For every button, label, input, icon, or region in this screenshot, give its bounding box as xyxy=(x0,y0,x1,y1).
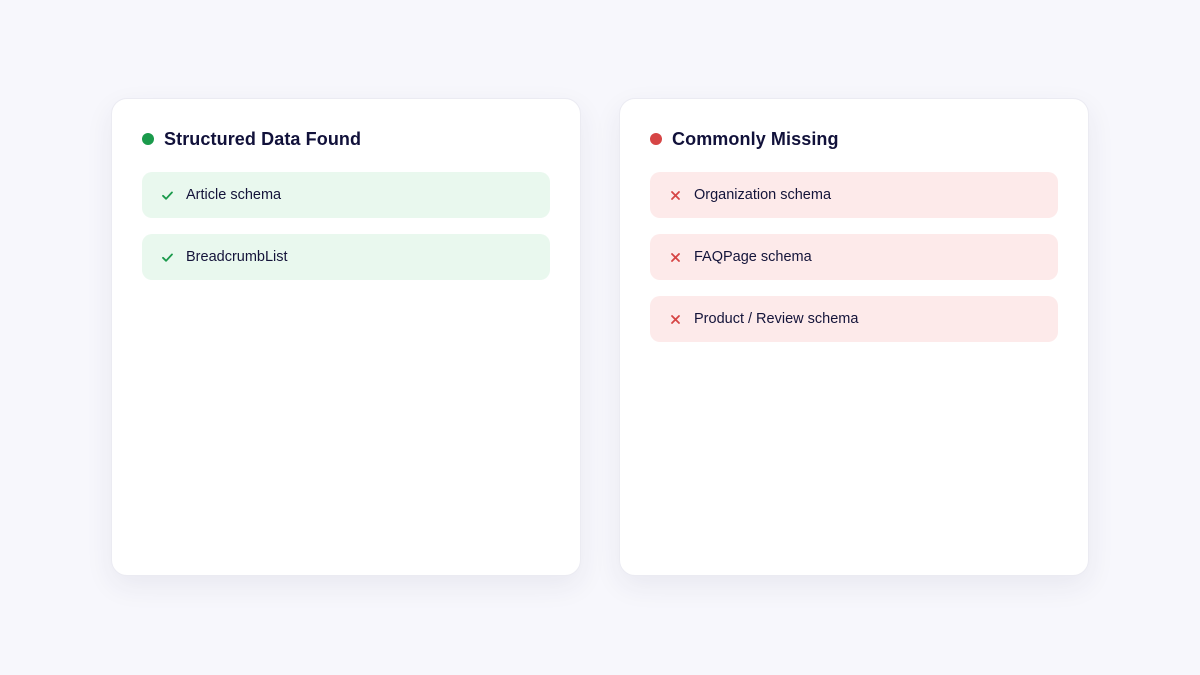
item-label: FAQPage schema xyxy=(694,249,812,265)
cross-icon xyxy=(668,312,682,326)
status-dot-red-icon xyxy=(650,133,662,145)
card-title: Structured Data Found xyxy=(164,128,362,149)
card-header: Structured Data Found xyxy=(142,127,550,151)
card-header: Commonly Missing xyxy=(650,127,1058,151)
item-label: BreadcrumbList xyxy=(186,249,288,265)
panels: Structured Data Found Article schema Bre… xyxy=(111,98,1089,576)
list-item-organization-schema: Organization schema xyxy=(650,172,1058,218)
item-label: Organization schema xyxy=(694,187,832,203)
commonly-missing-card: Commonly Missing Organization schema FAQ… xyxy=(619,98,1089,576)
check-icon xyxy=(160,250,174,264)
item-label: Article schema xyxy=(186,187,282,203)
cross-icon xyxy=(668,250,682,264)
check-icon xyxy=(160,188,174,202)
list-item-product-review-schema: Product / Review schema xyxy=(650,296,1058,342)
item-label: Product / Review schema xyxy=(694,311,859,327)
list-item-breadcrumblist: BreadcrumbList xyxy=(142,234,550,280)
cross-icon xyxy=(668,188,682,202)
list-item-faqpage-schema: FAQPage schema xyxy=(650,234,1058,280)
list-item-article-schema: Article schema xyxy=(142,172,550,218)
structured-data-found-card: Structured Data Found Article schema Bre… xyxy=(111,98,581,576)
card-title: Commonly Missing xyxy=(672,128,839,149)
status-dot-green-icon xyxy=(142,133,154,145)
